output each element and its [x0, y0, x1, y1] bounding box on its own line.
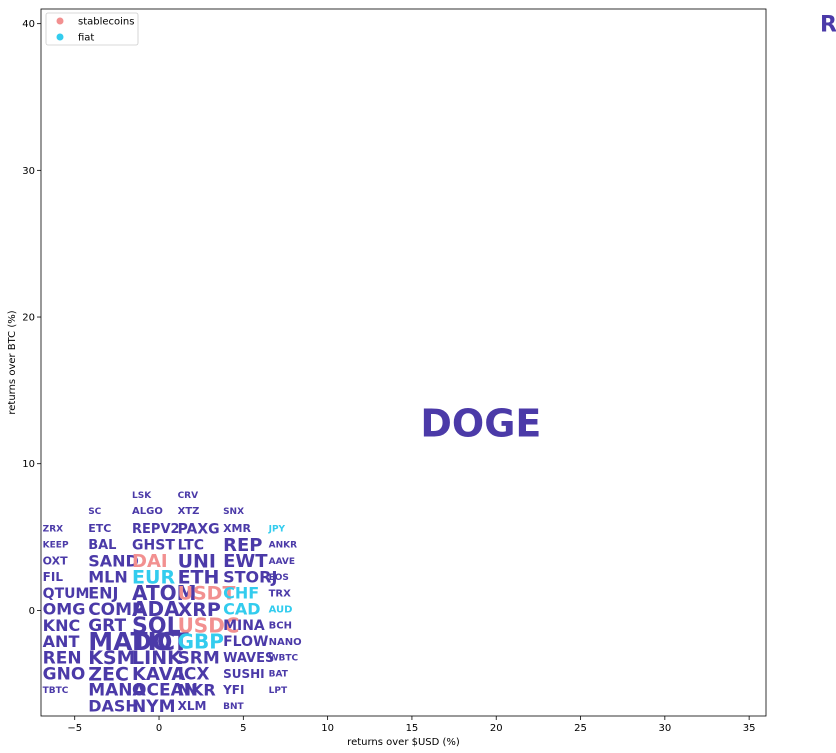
x-tick-label: 30: [658, 723, 671, 734]
ticker-wbtc: WBTC: [269, 654, 299, 664]
ticker-yfi: YFI: [222, 683, 244, 697]
x-tick-label: 20: [490, 723, 503, 734]
x-axis-label: returns over $USD (%): [347, 737, 460, 748]
ticker-zrx: ZRX: [43, 524, 63, 534]
y-tick-label: 30: [22, 166, 35, 177]
ticker-nkr: NKR: [178, 680, 216, 699]
ticker-xlm: XLM: [178, 699, 207, 713]
legend-label-fiat: fiat: [78, 33, 94, 44]
ticker-snx: SNX: [223, 507, 244, 517]
x-tick-label: 5: [240, 723, 246, 734]
y-tick-label: 0: [29, 606, 35, 617]
ticker-waves: WAVES: [223, 651, 274, 666]
ticker-jpy: JPY: [268, 524, 286, 534]
ticker-fil: FIL: [43, 570, 64, 584]
x-tick-label: 0: [156, 723, 162, 734]
x-tick-label: −5: [67, 723, 82, 734]
ticker-crv: CRV: [178, 491, 199, 501]
ticker-etc: ETC: [88, 522, 111, 535]
legend: stablecoins fiat: [45, 12, 139, 46]
ticker-nym: NYM: [132, 697, 175, 717]
y-tick-label: 40: [22, 19, 35, 30]
ticker-sushi: SUSHI: [223, 667, 265, 681]
y-axis-label: returns over BTC (%): [7, 310, 18, 414]
legend-marker-stablecoins: [56, 17, 64, 25]
ticker-labels: RARI DOGE LSK CRV SC ALGO XTZ SNX ZRX ETC REPV2PAX…: [43, 13, 836, 717]
legend-marker-fiat: [56, 33, 64, 41]
x-tick-label: 25: [574, 723, 587, 734]
ticker-gno: GNO: [43, 665, 86, 685]
ticker-lpt: LPT: [269, 686, 288, 696]
ticker-mina: MINA: [223, 618, 265, 634]
ticker-bat: BAT: [269, 670, 289, 680]
x-tick-label: 15: [406, 723, 419, 734]
ticker-algo: ALGO: [132, 506, 163, 517]
x-tick-label: 10: [321, 723, 334, 734]
ticker-trx: TRX: [269, 588, 292, 599]
scatter-chart: −5 0 5 10 15 20 25 30 35 0 10 20 30 40 RARI DOGE LSK CRV…: [7, 8, 836, 748]
ticker-bch: BCH: [269, 621, 292, 632]
ticker-oxt: OXT: [43, 554, 68, 567]
ticker-nano: NANO: [269, 637, 302, 648]
ticker-bnt: BNT: [223, 702, 244, 712]
ticker-rari: RARI: [820, 13, 836, 38]
ticker-xmr: XMR: [223, 522, 251, 535]
ticker-repv2: REPV2: [132, 522, 180, 537]
y-tick-label: 10: [22, 459, 35, 470]
ticker-paxg: PAXG: [178, 521, 220, 537]
ticker-aud: AUD: [269, 605, 293, 616]
ticker-eos: EOS: [269, 573, 289, 583]
ticker-doge: DOGE: [420, 401, 541, 445]
y-tick-label: 20: [22, 313, 35, 324]
ticker-keep: KEEP: [43, 541, 69, 551]
x-tick-label: 35: [743, 723, 756, 734]
ticker-flow: FLOW: [223, 634, 268, 650]
ticker-aave: AAVE: [269, 557, 295, 567]
ticker-xtz: XTZ: [178, 506, 200, 517]
ticker-tbtc: TBTC: [43, 686, 69, 696]
ticker-lsk: LSK: [132, 491, 152, 501]
legend-label-stablecoins: stablecoins: [78, 17, 134, 28]
ticker-ankr: ANKR: [269, 541, 297, 551]
ticker-sc: SC: [88, 507, 101, 517]
